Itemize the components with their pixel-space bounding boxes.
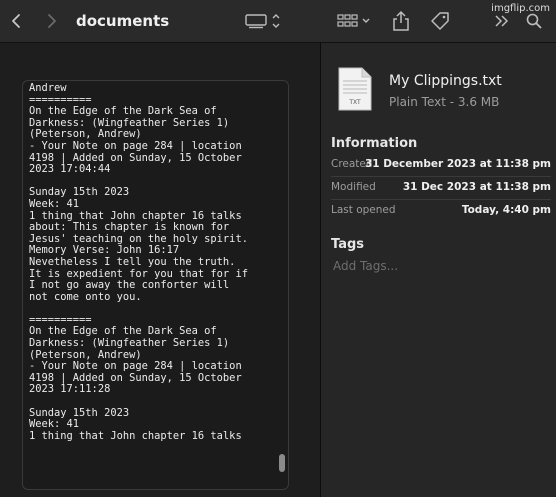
preview-text: Andrew ========== On the Edge of the Dar… [29, 82, 248, 442]
file-kind-size: Plain Text - 3.6 MB [389, 95, 500, 109]
preview-pane: Andrew ========== On the Edge of the Dar… [0, 43, 320, 497]
info-row-last-opened: Last opened Today, 4:40 pm [331, 200, 551, 222]
information-heading: Information [331, 136, 418, 151]
scrollbar-thumb[interactable] [279, 454, 285, 472]
chevron-left-icon[interactable] [6, 0, 26, 42]
info-row-modified: Modified 31 Dec 2023 at 11:38 pm [331, 177, 551, 200]
info-label: Last opened [331, 204, 396, 216]
add-tags-field[interactable]: Add Tags... [333, 259, 398, 273]
watermark: imgflip.com [491, 3, 550, 14]
file-type-label: TXT [348, 99, 361, 106]
text-preview[interactable]: Andrew ========== On the Edge of the Dar… [22, 80, 289, 490]
file-name: My Clippings.txt [389, 73, 502, 89]
view-mode-icon[interactable] [244, 0, 286, 42]
info-value: Today, 4:40 pm [461, 204, 551, 216]
text-file-icon: TXT [337, 67, 373, 115]
window-title: documents [76, 12, 170, 30]
info-pane: TXT My Clippings.txt Plain Text - 3.6 MB… [321, 43, 556, 497]
share-icon[interactable] [390, 0, 412, 42]
tags-heading: Tags [331, 237, 365, 252]
chevron-right-icon[interactable] [42, 0, 62, 42]
info-label: Modified [331, 181, 376, 193]
info-row-created: Created 31 December 2023 at 11:38 pm [331, 154, 551, 177]
info-value: 31 December 2023 at 11:38 pm [364, 158, 551, 170]
tag-icon[interactable] [428, 0, 452, 42]
toolbar: documents imgflip.com [0, 0, 556, 43]
group-icon[interactable] [336, 0, 374, 42]
info-value: 31 Dec 2023 at 11:38 pm [402, 181, 551, 193]
